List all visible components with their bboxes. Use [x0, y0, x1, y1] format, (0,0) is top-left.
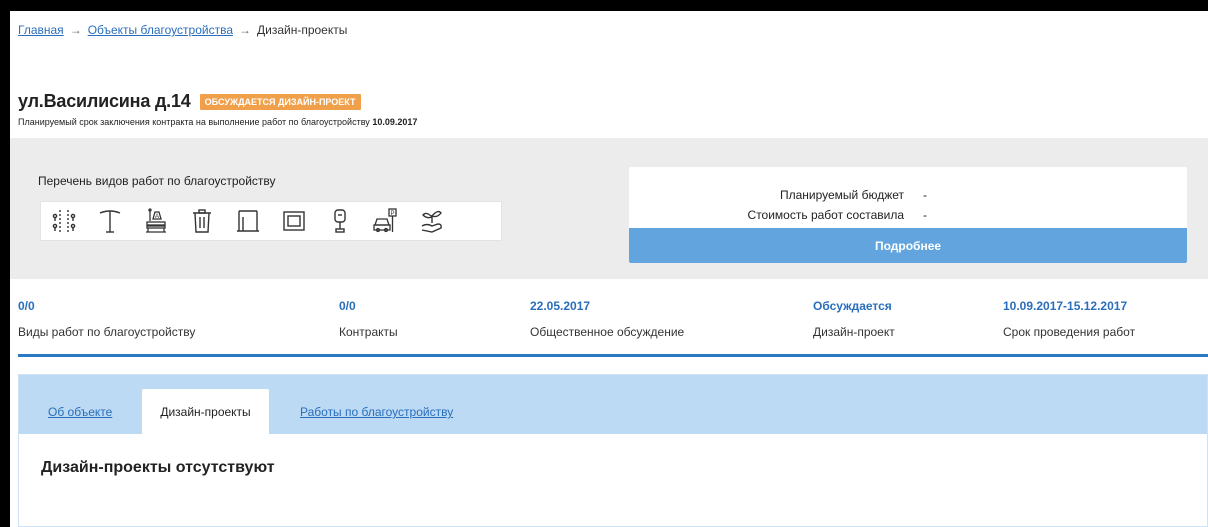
stat-work-types-label: Виды работ по благоустройству: [18, 325, 196, 339]
contract-deadline-text: Планируемый срок заключения контракта на…: [18, 117, 417, 127]
tab-works[interactable]: Работы по благоустройству: [300, 405, 453, 419]
stat-design-project-value: Обсуждается: [813, 299, 892, 313]
works-cost-row: Стоимость работ составила -: [629, 208, 927, 222]
parking-meter-icon[interactable]: [317, 203, 363, 239]
parking-car-icon[interactable]: P: [363, 203, 409, 239]
trash-bin-icon[interactable]: [179, 203, 225, 239]
planned-budget-row: Планируемый бюджет -: [629, 188, 927, 202]
breadcrumb-separator: →: [69, 23, 82, 37]
stat-design-project-label: Дизайн-проект: [813, 325, 895, 339]
breadcrumb-current: Дизайн-проекты: [257, 23, 348, 37]
tab-design-projects-label: Дизайн-проекты: [160, 405, 251, 419]
stat-design-project: Обсуждается Дизайн-проект: [813, 299, 895, 339]
works-cost-value: -: [923, 208, 927, 222]
works-list-label: Перечень видов работ по благоустройству: [38, 174, 276, 188]
page-frame: Главная → Объекты благоустройства → Дизайн-п…: [10, 11, 1208, 527]
works-cost-label: Стоимость работ составила: [747, 208, 904, 222]
stat-works-period-label: Срок проведения работ: [1003, 325, 1136, 339]
status-badge: ОБСУЖДАЕТСЯ ДИЗАЙН-ПРОЕКТ: [199, 93, 361, 110]
section-divider: [18, 354, 1208, 357]
stat-contracts: 0/0 Контракты: [339, 299, 398, 339]
fence-icon[interactable]: [225, 203, 271, 239]
stat-public-discussion-label: Общественное обсуждение: [530, 325, 685, 339]
road-markings-icon[interactable]: [41, 203, 87, 239]
contract-deadline-label: Планируемый срок заключения контракта на…: [18, 117, 370, 127]
stat-work-types-value: 0/0: [18, 299, 35, 313]
planned-budget-label: Планируемый бюджет: [779, 188, 904, 202]
playground-frame-icon[interactable]: [271, 203, 317, 239]
stat-works-period-value: 10.09.2017-15.12.2017: [1003, 299, 1128, 313]
street-lamp-icon[interactable]: [87, 203, 133, 239]
stat-public-discussion: 22.05.2017 Общественное обсуждение: [530, 299, 684, 339]
tab-about[interactable]: Об объекте: [48, 405, 112, 419]
stat-contracts-label: Контракты: [339, 325, 398, 339]
details-button[interactable]: Подробнее: [629, 228, 1187, 263]
page-title: ул.Василисина д.14: [18, 91, 191, 111]
tabs-panel: Об объекте Дизайн-проекты Работы по благ…: [18, 374, 1208, 527]
budget-card: Планируемый бюджет - Стоимость работ сос…: [629, 167, 1187, 263]
svg-text:A: A: [155, 214, 159, 220]
breadcrumb-objects-link[interactable]: Объекты благоустройства: [88, 23, 233, 37]
breadcrumb: Главная → Объекты благоустройства → Дизайн-п…: [18, 23, 347, 37]
tab-design-projects[interactable]: Дизайн-проекты: [142, 389, 269, 434]
landscaping-plant-icon[interactable]: [409, 203, 455, 239]
breadcrumb-home-link[interactable]: Главная: [18, 23, 64, 37]
planned-budget-value: -: [923, 188, 927, 202]
contract-deadline-date: 10.09.2017: [372, 117, 418, 127]
work-types-icons: A P: [40, 201, 502, 241]
empty-state-message: Дизайн-проекты отсутствуют: [41, 459, 275, 476]
breadcrumb-separator: →: [239, 23, 251, 37]
stat-public-discussion-value: 22.05.2017: [530, 299, 591, 313]
stat-contracts-value: 0/0: [339, 299, 356, 313]
stat-work-types: 0/0 Виды работ по благоустройству: [18, 299, 195, 339]
bench-icon[interactable]: A: [133, 203, 179, 239]
title-row: ул.Василисина д.14 ОБСУЖДАЕТСЯ ДИЗАЙН-ПР…: [18, 91, 361, 112]
stat-works-period: 10.09.2017-15.12.2017 Срок проведения ра…: [1003, 299, 1135, 339]
